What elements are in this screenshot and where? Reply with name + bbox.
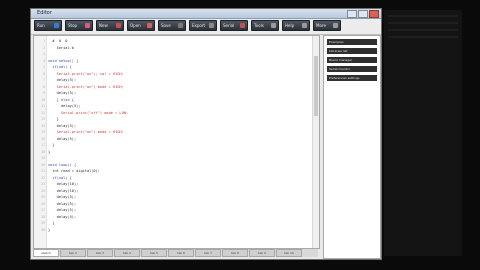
- code-text: delay(5);: [48, 123, 77, 128]
- toolbar-button-more[interactable]: More: [313, 20, 341, 31]
- dark-line: [388, 29, 458, 31]
- toolbar-button-serial[interactable]: Serial: [220, 20, 248, 31]
- side-panel-item[interactable]: Board manager: [327, 57, 377, 63]
- file-tabs: sketch tab 2 tab 3 tab 4 tab 5 tab 6 tab 7 tab …: [33, 249, 318, 257]
- file-tab[interactable]: sketch: [33, 249, 59, 257]
- toolbar-button-save[interactable]: Save: [158, 20, 186, 31]
- toolbar-button-icon: [54, 23, 59, 28]
- code-text: if(val) {: [48, 175, 72, 180]
- code-text: void setup() {: [48, 58, 79, 63]
- code-text: delay(5);: [48, 208, 77, 212]
- toolbar-button-label: Tools: [254, 23, 264, 28]
- toolbar-button-icon: [178, 23, 183, 28]
- code-text: delay(5);: [48, 78, 77, 82]
- side-panel-item[interactable]: Examples: [327, 39, 377, 45]
- code-text: if(val) {: [48, 65, 72, 69]
- code-text: }: [48, 143, 55, 147]
- toolbar-button-icon: [209, 23, 214, 28]
- dark-line: [388, 36, 458, 38]
- code-text: delay(10);: [48, 182, 79, 186]
- code-line[interactable]: 30}: [41, 227, 311, 234]
- file-tab[interactable]: tab 2: [60, 249, 86, 257]
- code-text: delay(5);: [48, 104, 81, 108]
- toolbar-button-label: Open: [130, 23, 141, 28]
- code-text: delay(5);: [48, 201, 77, 206]
- toolbar-button-export[interactable]: Export: [189, 20, 217, 31]
- side-panel-item[interactable]: Preferences settings: [327, 75, 377, 81]
- code-text: }: [48, 149, 51, 154]
- side-panel: Examples Libraries list Board manager Seria…: [323, 35, 381, 259]
- file-tab[interactable]: tab 4: [114, 249, 140, 257]
- file-tab[interactable]: tab 8: [222, 249, 248, 257]
- code-text: Serial.print("on"); val = HIGH;: [48, 71, 124, 76]
- code-text: delay(5);: [48, 195, 77, 199]
- toolbar: Run Stop New Open Save Export Serial Tools Help M…: [31, 19, 381, 35]
- toolbar-button-stop[interactable]: Stop: [65, 20, 93, 31]
- toolbar-button-label: New: [99, 23, 108, 28]
- toolbar-button-icon: [271, 23, 276, 28]
- close-button[interactable]: [369, 10, 379, 18]
- toolbar-button-icon: [333, 23, 338, 28]
- code-text: delay(5);: [48, 214, 77, 219]
- toolbar-button-icon: [147, 23, 152, 28]
- code-text: Serial.print("off") mode = LOW;: [48, 110, 129, 115]
- code-area[interactable]: 1 # 0 02 Serial.b 3 4 void setup() {5 if(va…: [41, 38, 311, 234]
- dark-line: [388, 15, 458, 17]
- code-text: # 0 0: [48, 39, 68, 43]
- window-title: Editor: [37, 10, 52, 16]
- file-tab[interactable]: tab 6: [168, 249, 194, 257]
- toolbar-button-icon: [85, 23, 90, 28]
- toolbar-button-label: Save: [161, 23, 171, 28]
- file-tab[interactable]: tab 10: [276, 249, 302, 257]
- code-text: delay(5);: [48, 91, 77, 95]
- toolbar-button-label: More: [316, 23, 326, 28]
- code-text: Serial.b: [48, 45, 74, 50]
- code-editor[interactable]: 1 # 0 02 Serial.b 3 4 void setup() {5 if(va…: [33, 35, 320, 249]
- toolbar-button-open[interactable]: Open: [127, 20, 155, 31]
- window-controls: [347, 10, 379, 18]
- toolbar-button-help[interactable]: Help: [282, 20, 310, 31]
- side-panel-item[interactable]: Libraries list: [327, 48, 377, 54]
- toolbar-button-label: Help: [285, 23, 295, 28]
- side-panel-item[interactable]: Serial monitor: [327, 66, 377, 72]
- file-tab[interactable]: tab 3: [87, 249, 113, 257]
- code-text: }: [48, 117, 59, 121]
- code-text: delay(10);: [48, 188, 79, 193]
- code-text: Serial.print("on") mode = HIGH;: [48, 130, 124, 134]
- code-text: } else {: [48, 97, 74, 102]
- toolbar-button-tools[interactable]: Tools: [251, 20, 279, 31]
- code-text: }: [48, 221, 55, 225]
- toolbar-button-icon: [302, 23, 307, 28]
- toolbar-button-label: Export: [192, 23, 206, 28]
- file-tab[interactable]: tab 7: [195, 249, 221, 257]
- line-number: 30: [41, 227, 45, 232]
- toolbar-button-new[interactable]: New: [96, 20, 124, 31]
- dark-side-area: [384, 10, 462, 256]
- code-text: void loop() {: [48, 162, 77, 167]
- editor-scrollbar[interactable]: [312, 36, 319, 248]
- toolbar-button-label: Run: [37, 23, 45, 28]
- code-text: Serial.print("on") mode = HIGH;: [48, 84, 124, 89]
- code-text: }: [48, 227, 51, 232]
- maximize-button[interactable]: [358, 10, 368, 18]
- toolbar-button-icon: [240, 23, 245, 28]
- toolbar-button-label: Stop: [68, 23, 78, 28]
- scrollbar-thumb[interactable]: [314, 56, 318, 116]
- toolbar-button-run[interactable]: Run: [34, 20, 62, 31]
- dark-line: [388, 22, 458, 24]
- toolbar-button-icon: [116, 23, 121, 28]
- code-text: int read = digital(0);: [48, 169, 100, 173]
- title-bar: Editor: [31, 9, 381, 19]
- code-text: delay(5);: [48, 136, 77, 141]
- file-tab[interactable]: tab 5: [141, 249, 167, 257]
- minimize-button[interactable]: [347, 10, 357, 18]
- file-tab[interactable]: tab 9: [249, 249, 275, 257]
- ide-window: Editor Run Stop New Open Save Export Serial Too…: [30, 8, 382, 260]
- toolbar-button-label: Serial: [223, 23, 235, 28]
